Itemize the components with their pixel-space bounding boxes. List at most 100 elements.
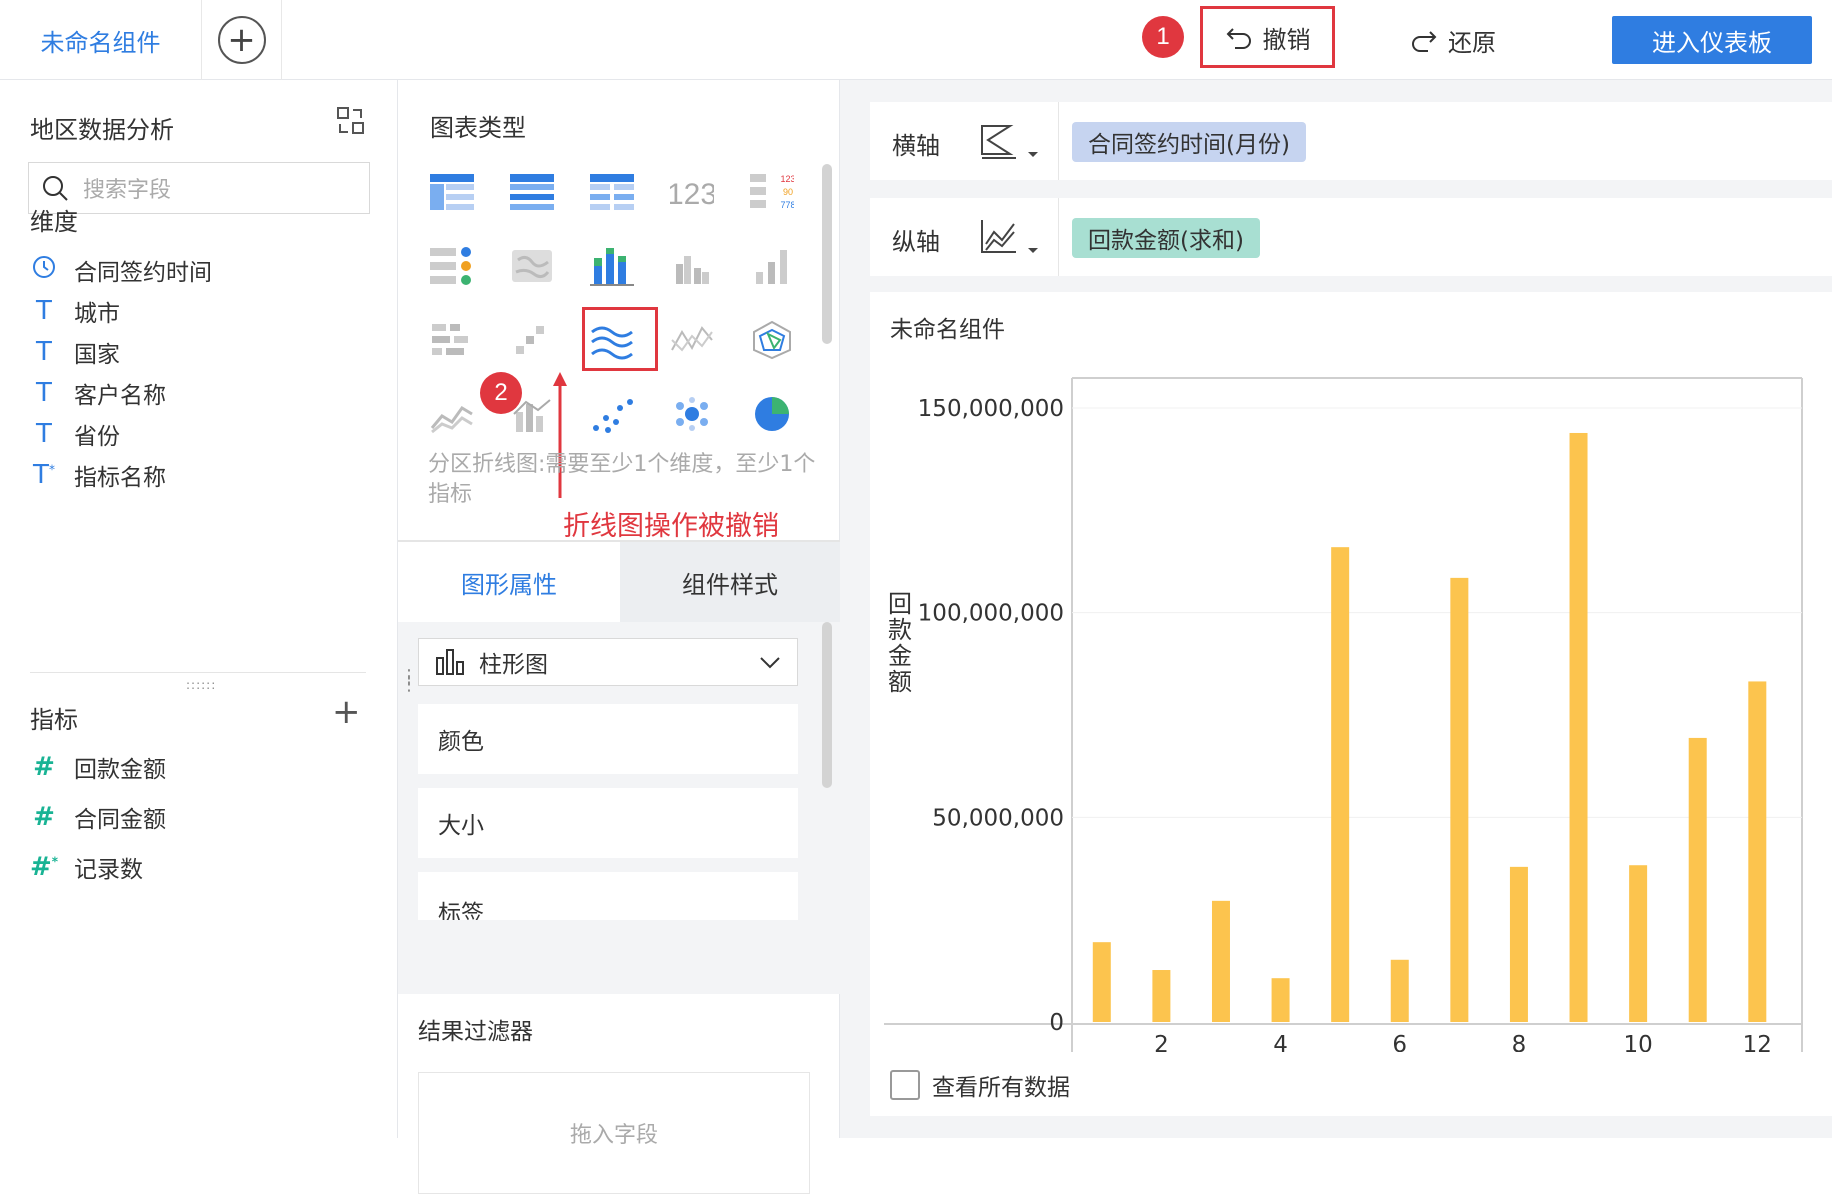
property-label-text: 标签 <box>438 901 484 920</box>
line-chart-icon[interactable] <box>664 315 720 365</box>
number-type-icon: # <box>33 752 55 782</box>
dimension-item[interactable]: T 国家 <box>30 332 120 372</box>
tab-component-style[interactable]: 组件样式 <box>620 542 840 622</box>
chart-type-value: 柱形图 <box>479 652 548 678</box>
x-axis-row: 横轴 合同签约时间(月份) <box>870 102 1832 180</box>
metric-item[interactable]: #* 记录数 <box>30 847 143 887</box>
property-size-label: 大小 <box>438 813 484 839</box>
tab-unnamed-component[interactable]: 未命名组件 <box>0 0 202 80</box>
result-filter-title: 结果过滤器 <box>418 1019 533 1045</box>
bar <box>1390 959 1409 1022</box>
property-scrollbar[interactable] <box>822 622 832 788</box>
dimension-item[interactable]: T* 指标名称 <box>30 455 166 495</box>
add-tab-button[interactable]: + <box>202 0 282 80</box>
number-card-icon[interactable]: 123 <box>664 167 720 217</box>
table-icon[interactable] <box>424 167 480 217</box>
stacked-bar-icon[interactable] <box>584 241 640 291</box>
property-area: 柱形图 颜色 大小 标签 <box>398 622 840 994</box>
panel-drag-handle-icon[interactable]: ⋮ ⋮ <box>400 668 418 694</box>
y-axis-type-icon[interactable] <box>978 218 1044 258</box>
tab-graph-properties[interactable]: 图形属性 <box>398 542 620 622</box>
svg-text:123: 123 <box>780 174 794 184</box>
y-field-pill[interactable]: 回款金额(求和) <box>1072 218 1260 258</box>
add-metric-icon[interactable]: + <box>332 695 361 729</box>
x-tick-label: 6 <box>1392 1032 1407 1052</box>
metrics-label: 指标 <box>30 706 78 734</box>
highlighted-chart-type <box>582 307 658 371</box>
property-label[interactable]: 标签 <box>418 872 798 920</box>
view-all-data-toggle[interactable]: 查看所有数据 <box>890 1068 1070 1102</box>
number-type-icon: # <box>33 802 55 832</box>
metric-label: 回款金额 <box>74 757 166 783</box>
filter-drop-zone[interactable]: 拖入字段 <box>418 1072 810 1194</box>
bubble-chart-icon[interactable] <box>664 389 720 439</box>
scatter-chart-icon[interactable] <box>584 389 640 439</box>
dimension-item[interactable]: T 城市 <box>30 291 120 331</box>
text-type-icon: T <box>36 337 52 367</box>
undo-button[interactable]: 撤销 <box>1200 6 1335 68</box>
view-all-checkbox[interactable] <box>890 1070 920 1100</box>
text-type-icon: T <box>36 419 52 449</box>
x-field-pill[interactable]: 合同签约时间(月份) <box>1072 122 1306 162</box>
area-chart-icon[interactable] <box>424 389 480 439</box>
cross-table-icon[interactable] <box>584 167 640 217</box>
search-input[interactable]: 搜索字段 <box>83 172 171 204</box>
map-icon[interactable] <box>504 241 560 291</box>
bar-chart-icon <box>436 649 464 675</box>
resize-grip-icon[interactable]: :::::: <box>186 678 216 692</box>
enter-dashboard-button[interactable]: 进入仪表板 <box>1612 16 1812 64</box>
dimension-item[interactable]: T 省份 <box>30 414 120 454</box>
calculated-text-icon: T* <box>33 460 55 490</box>
enter-dashboard-label: 进入仪表板 <box>1652 28 1772 57</box>
chevron-down-icon <box>760 657 780 669</box>
x-axis-type-icon[interactable] <box>978 122 1044 162</box>
dimension-item[interactable]: T 客户名称 <box>30 373 166 413</box>
dimension-label: 合同签约时间 <box>74 260 212 286</box>
bar <box>1569 432 1588 1022</box>
plus-circle-icon: + <box>217 16 266 64</box>
metric-item[interactable]: # 回款金额 <box>30 747 166 787</box>
bar-chart-icon[interactable] <box>744 241 800 291</box>
filter-component-icon[interactable] <box>424 241 480 291</box>
field-search-box[interactable]: 搜索字段 <box>28 162 370 214</box>
property-size[interactable]: 大小 <box>418 788 798 858</box>
axis-separator <box>1058 198 1059 276</box>
y-axis-title-char: 金 <box>888 642 912 670</box>
text-type-icon: T <box>36 296 52 326</box>
bar <box>1211 900 1230 1022</box>
dimension-item[interactable]: 合同签约时间 <box>30 250 212 290</box>
horizontal-bar-icon[interactable] <box>424 315 480 365</box>
property-color[interactable]: 颜色 <box>418 704 798 774</box>
chart-card: 未命名组件 0 50,000,000 100,000,000 150,000,000 2… <box>870 292 1832 1116</box>
y-tick-label: 150,000,000 <box>918 396 1064 422</box>
pie-chart-icon[interactable] <box>744 389 800 439</box>
redo-icon <box>1412 31 1437 52</box>
dimension-label: 城市 <box>74 301 120 327</box>
redo-button[interactable]: 还原 <box>1410 16 1496 64</box>
metric-item[interactable]: # 合同金额 <box>30 797 166 837</box>
kpi-table-icon[interactable]: 123 90 778 <box>744 167 800 217</box>
step-badge-2: 2 <box>480 372 522 414</box>
switch-dataset-icon[interactable] <box>336 106 366 136</box>
calculated-number-icon: #* <box>30 852 59 882</box>
step-chart-icon[interactable] <box>504 315 560 365</box>
grouped-bar-icon[interactable] <box>664 241 720 291</box>
radar-chart-icon[interactable] <box>744 315 800 365</box>
chart-types-title: 图表类型 <box>430 114 526 142</box>
y-axis-title-char: 款 <box>888 616 912 644</box>
drop-hint: 拖入字段 <box>569 1123 658 1148</box>
x-tick-label: 2 <box>1154 1032 1169 1052</box>
panel-divider <box>30 672 366 673</box>
y-tick-label: 0 <box>1049 1010 1064 1036</box>
tab-graph-properties-label: 图形属性 <box>461 570 557 599</box>
grouped-table-icon[interactable] <box>504 167 560 217</box>
metric-label: 记录数 <box>74 857 143 883</box>
dimension-label: 国家 <box>74 342 120 368</box>
bar <box>1629 865 1648 1022</box>
chart-types-scrollbar[interactable] <box>822 164 832 344</box>
tab-component-style-label: 组件样式 <box>682 570 778 599</box>
chart-type-select[interactable]: 柱形图 <box>418 638 798 686</box>
svg-text:123: 123 <box>670 178 714 210</box>
x-tick-label: 12 <box>1743 1032 1772 1052</box>
svg-text:90: 90 <box>783 187 793 197</box>
